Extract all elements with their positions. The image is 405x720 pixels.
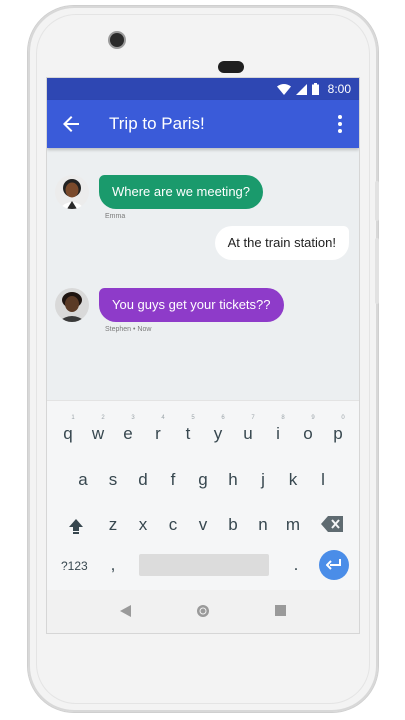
key-y[interactable]: y: [206, 424, 230, 444]
key-d[interactable]: d: [131, 470, 155, 490]
space-bar[interactable]: [139, 554, 269, 576]
key-j[interactable]: j: [251, 470, 275, 490]
key-m[interactable]: m: [281, 515, 305, 535]
volume-button: [375, 238, 379, 304]
message-bubble-outgoing[interactable]: At the train station!: [214, 226, 349, 260]
key-b[interactable]: b: [221, 515, 245, 535]
key-h[interactable]: h: [221, 470, 245, 490]
enter-arrow-icon: [326, 559, 341, 570]
key-hint: 4: [161, 415, 165, 421]
key-z[interactable]: z: [101, 515, 125, 535]
earpiece-speaker: [218, 61, 244, 73]
key-hint: 0: [341, 415, 345, 421]
key-w[interactable]: w: [86, 424, 110, 444]
key-hint: 2: [101, 415, 105, 421]
sender-meta: Stephen • Now: [105, 326, 152, 333]
wifi-icon: [276, 83, 291, 95]
key-hint: 5: [191, 415, 195, 421]
avatar-emma: [55, 175, 89, 209]
back-arrow-icon[interactable]: [59, 112, 83, 136]
enter-key[interactable]: [319, 550, 349, 580]
key-k[interactable]: k: [281, 470, 305, 490]
more-vert-icon[interactable]: [331, 112, 349, 136]
power-button: [375, 181, 379, 221]
key-u[interactable]: u: [236, 424, 260, 444]
key-hint: 1: [71, 415, 75, 421]
status-bar: 8:00: [47, 78, 359, 100]
sender-name: Emma: [105, 213, 126, 220]
symbols-key[interactable]: ?123: [61, 559, 88, 573]
message-bubble-incoming[interactable]: Where are we meeting?: [99, 175, 264, 209]
key-n[interactable]: n: [251, 515, 275, 535]
key-p[interactable]: p: [326, 424, 350, 444]
key-s[interactable]: s: [101, 470, 125, 490]
key-hint: 6: [221, 415, 225, 421]
app-bar: Trip to Paris!: [47, 100, 359, 148]
key-o[interactable]: o: [296, 424, 320, 444]
key-q[interactable]: q: [56, 424, 80, 444]
key-l[interactable]: l: [311, 470, 335, 490]
nav-back-icon[interactable]: [120, 605, 132, 617]
key-i[interactable]: i: [266, 424, 290, 444]
on-screen-keyboard: 1 2 3 4 5 6 7 8 9 0 q w e r t y u i o p …: [47, 400, 359, 591]
cell-signal-icon: [295, 83, 307, 95]
key-hint: 9: [311, 415, 315, 421]
avatar-stephen: [55, 288, 89, 322]
key-f[interactable]: f: [161, 470, 185, 490]
system-nav-bar: [47, 590, 359, 633]
key-c[interactable]: c: [161, 515, 185, 535]
key-v[interactable]: v: [191, 515, 215, 535]
period-key[interactable]: .: [284, 555, 308, 575]
key-t[interactable]: t: [176, 424, 200, 444]
key-hint: 3: [131, 415, 135, 421]
key-g[interactable]: g: [191, 470, 215, 490]
phone-screen: 8:00 Trip to Paris! Where are we meeting…: [47, 78, 359, 633]
nav-recents-icon[interactable]: [275, 605, 286, 616]
message-bubble-incoming[interactable]: You guys get your tickets??: [99, 288, 284, 322]
key-hint: 7: [251, 415, 255, 421]
status-time: 8:00: [327, 82, 351, 96]
front-camera: [110, 33, 124, 47]
key-x[interactable]: x: [131, 515, 155, 535]
backspace-icon[interactable]: [321, 516, 343, 532]
nav-home-icon[interactable]: [196, 604, 210, 618]
shift-icon[interactable]: [68, 518, 84, 534]
conversation-title: Trip to Paris!: [109, 114, 205, 133]
key-hint: 8: [281, 415, 285, 421]
battery-icon: [311, 83, 319, 95]
key-e[interactable]: e: [116, 424, 140, 444]
key-a[interactable]: a: [71, 470, 95, 490]
key-r[interactable]: r: [146, 424, 170, 444]
comma-key[interactable]: ,: [101, 555, 125, 575]
